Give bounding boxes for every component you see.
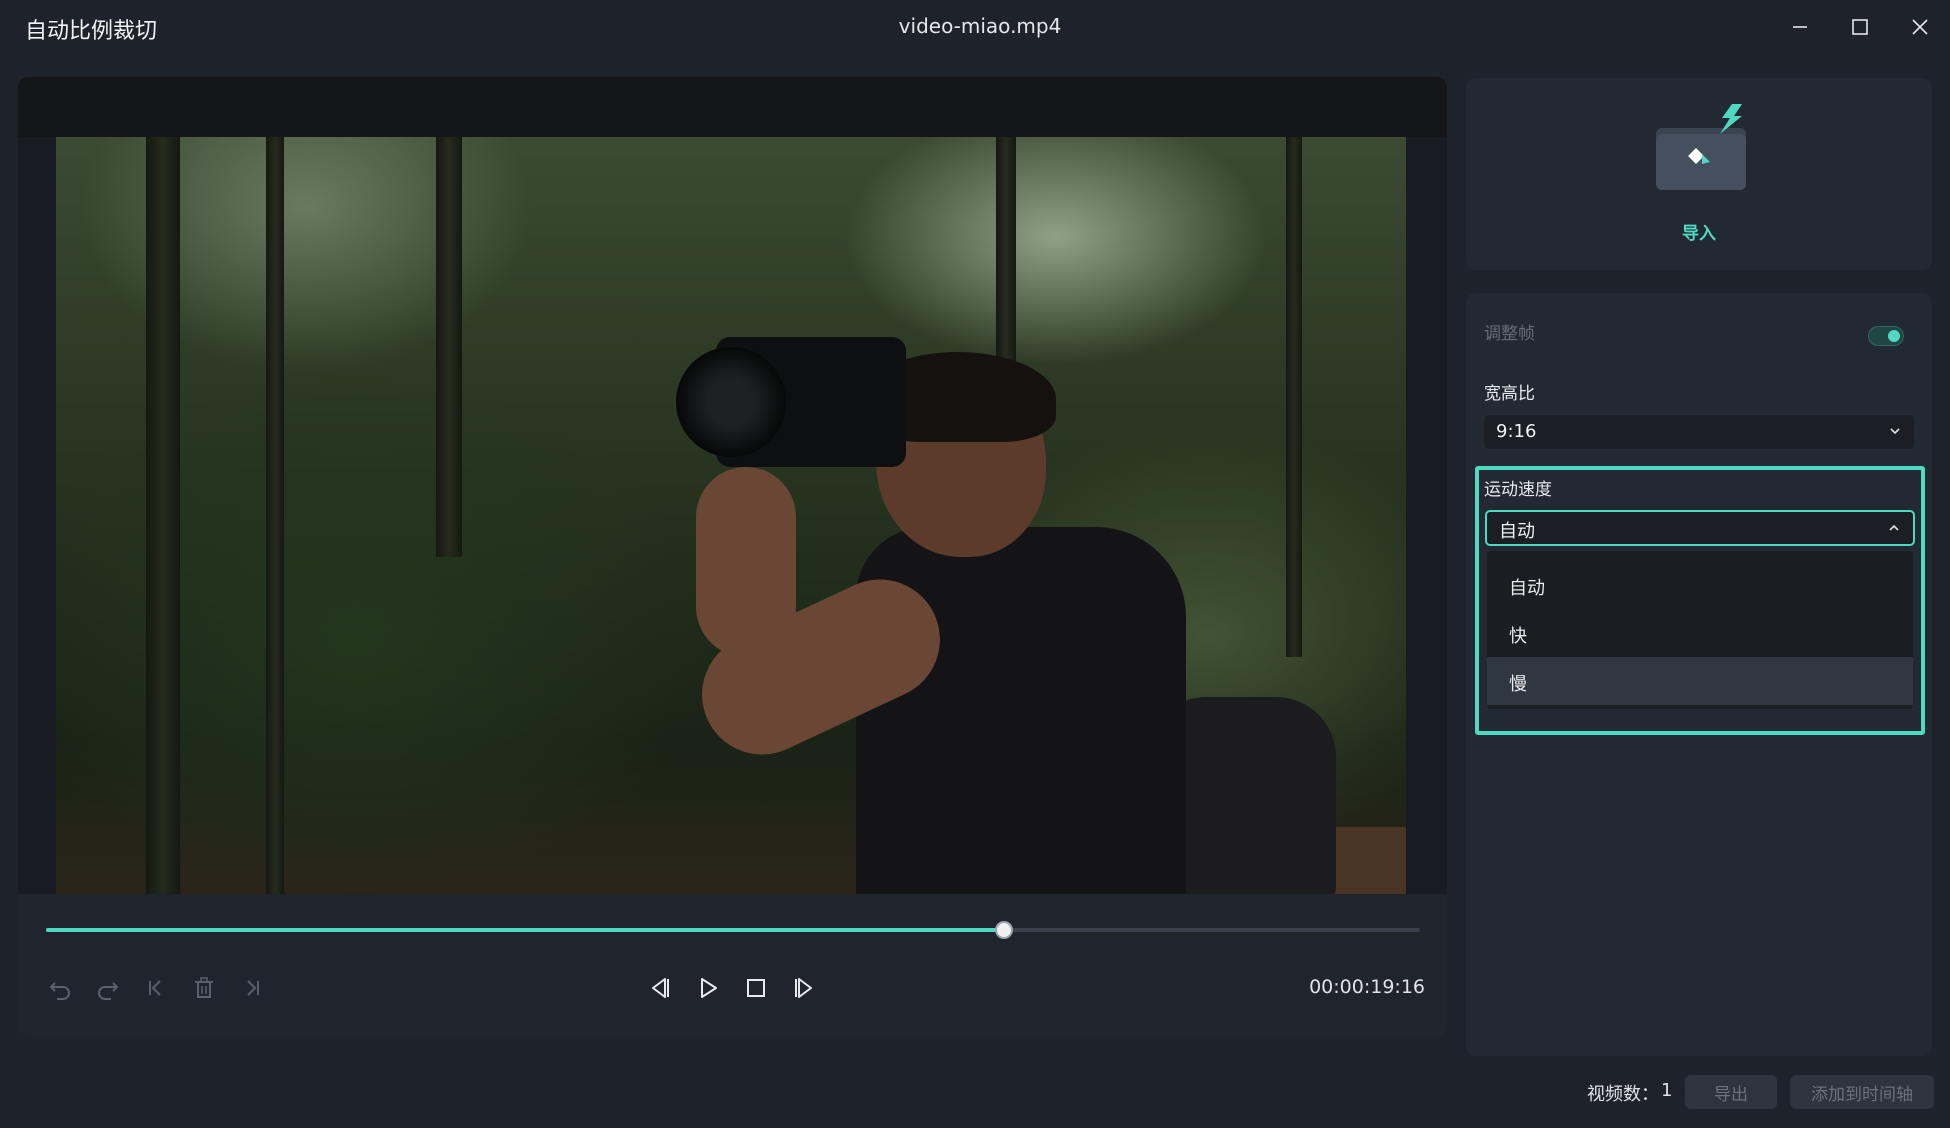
motion-speed-option[interactable]: 自动 (1487, 561, 1913, 609)
tree-trunk (1286, 137, 1302, 657)
tree-trunk (266, 137, 284, 894)
add-to-timeline-button[interactable]: 添加到时间轴 (1790, 1075, 1934, 1109)
redo-icon (98, 982, 119, 1000)
progress-fill (46, 928, 1004, 932)
import-label: 导入 (1682, 224, 1716, 244)
option-label: 快 (1509, 626, 1527, 647)
camera-lens (676, 347, 786, 457)
video-preview[interactable] (56, 137, 1406, 894)
option-label: 慢 (1509, 674, 1527, 695)
undo-icon (49, 982, 70, 1000)
next-frame-button[interactable] (788, 972, 820, 1004)
stop-button[interactable] (740, 972, 772, 1004)
export-button[interactable]: 导出 (1685, 1075, 1777, 1109)
progress-thumb[interactable] (994, 921, 1013, 939)
stop-icon (747, 979, 765, 997)
preview-top-bar (18, 77, 1447, 137)
motion-speed-dropdown: 自动 快 慢 (1487, 551, 1913, 709)
previous-frame-icon (652, 978, 669, 998)
skip-start-icon (149, 980, 161, 996)
progress-bar[interactable] (46, 928, 1420, 932)
aspect-ratio-select[interactable]: 9:16 (1484, 415, 1914, 449)
player-controls: 00:00:19:16 (18, 894, 1447, 1037)
minimize-icon (1793, 26, 1807, 28)
option-label: 自动 (1509, 578, 1545, 599)
trash-icon (195, 977, 213, 998)
maximize-icon (1852, 19, 1868, 35)
toggle-knob (1888, 330, 1900, 342)
go-to-start-button[interactable] (140, 972, 172, 1004)
close-icon (1912, 19, 1928, 35)
motion-speed-option[interactable]: 快 (1487, 609, 1913, 657)
play-icon (701, 978, 717, 998)
motion-speed-option[interactable]: 慢 (1487, 657, 1913, 705)
go-to-end-button[interactable] (236, 972, 268, 1004)
person-body (856, 527, 1186, 894)
close-button[interactable] (1900, 10, 1940, 44)
undo-button[interactable] (44, 972, 76, 1004)
import-card[interactable]: 导入 (1466, 78, 1932, 270)
video-count-label: 视频数： (1587, 1084, 1659, 1105)
tree-trunk (146, 137, 180, 894)
minimize-button[interactable] (1780, 10, 1820, 44)
video-count: 1 (1661, 1080, 1673, 1101)
chevron-up-icon (1889, 524, 1899, 531)
maximize-button[interactable] (1840, 10, 1880, 44)
next-frame-icon (795, 978, 812, 998)
preview-panel: 00:00:19:16 (18, 77, 1447, 1037)
person-arm (696, 467, 796, 657)
redo-button[interactable] (92, 972, 124, 1004)
tree-trunk (436, 137, 462, 557)
timecode: 00:00:19:16 (1309, 976, 1425, 998)
aspect-ratio-label: 宽高比 (1484, 384, 1535, 404)
play-button[interactable] (692, 972, 724, 1004)
adjust-frame-toggle[interactable] (1868, 326, 1904, 346)
motion-speed-select[interactable]: 自动 (1485, 510, 1915, 546)
chevron-down-icon (1890, 428, 1900, 435)
skip-end-icon (247, 980, 259, 996)
file-title: video-miao.mp4 (898, 14, 1062, 38)
title-bar: 自动比例裁切 video-miao.mp4 (0, 0, 1950, 56)
adjust-frame-label: 调整帧 (1484, 324, 1535, 344)
aspect-ratio-value: 9:16 (1496, 421, 1537, 442)
motion-speed-value: 自动 (1499, 521, 1535, 542)
delete-button[interactable] (188, 972, 220, 1004)
import-folder-icon (1656, 104, 1746, 190)
previous-frame-button[interactable] (644, 972, 676, 1004)
